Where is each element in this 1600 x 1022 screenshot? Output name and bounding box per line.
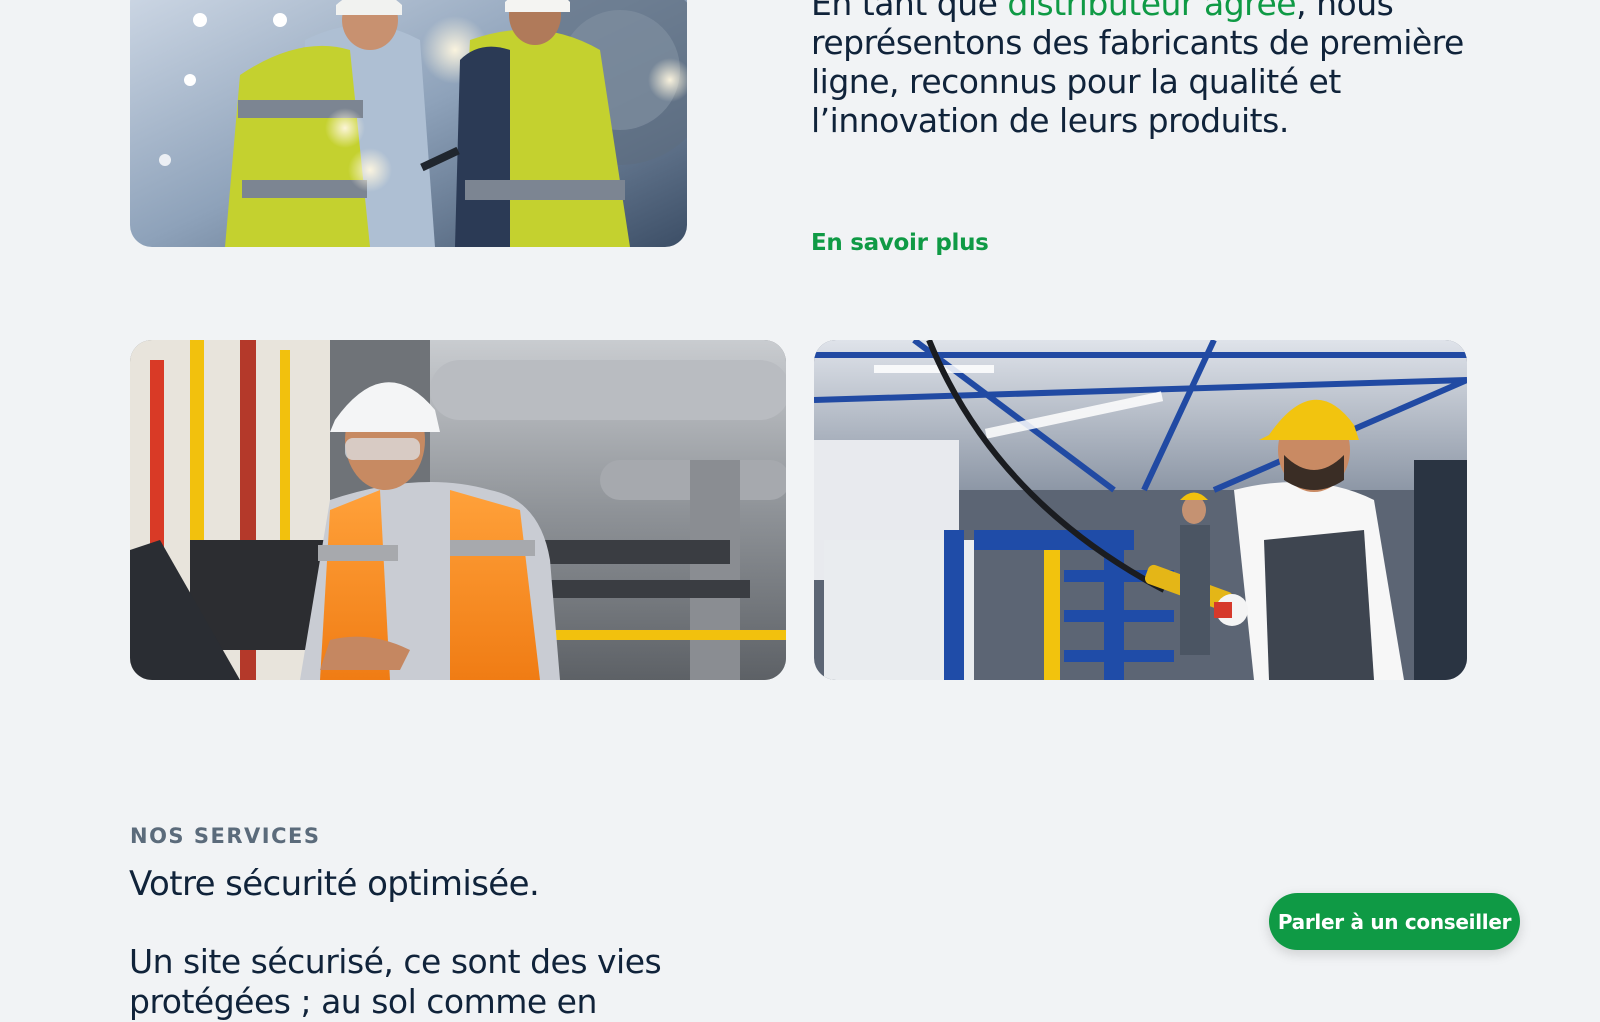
services-lead: Un site sécurisé, ce sont des vies proté… [129,942,662,1021]
intro-paragraph: En tant que distributeur agréé, nous rep… [811,0,1491,140]
learn-more-link[interactable]: En savoir plus [811,230,989,256]
services-eyebrow: NOS SERVICES [130,824,321,848]
intro-highlight: distributeur agréé [1007,0,1297,23]
workers-hivis-photo [130,0,687,247]
intro-text-before: En tant que [811,0,1008,23]
services-title: Votre sécurité optimisée. [129,864,540,904]
engineer-laptop-photo [130,340,786,680]
factory-worker-photo [814,340,1467,680]
talk-to-advisor-button[interactable]: Parler à un conseiller [1269,893,1520,950]
